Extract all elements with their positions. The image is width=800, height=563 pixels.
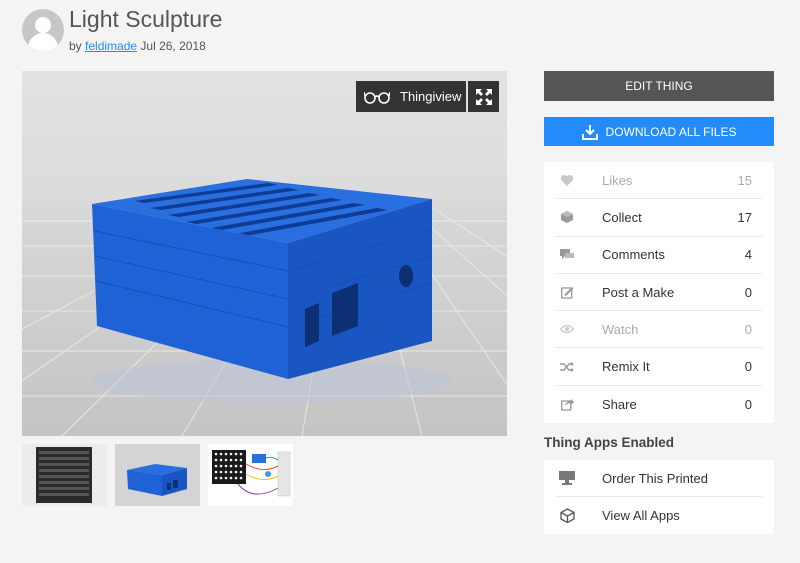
page-title: Light Sculpture: [69, 6, 223, 32]
app-label: View All Apps: [602, 508, 680, 524]
stats-panel: Likes 15 Collect 17 Comments 4 Post a Ma…: [544, 162, 774, 424]
thumbnail-case-render[interactable]: [115, 444, 200, 506]
stat-label: Collect: [602, 209, 642, 225]
thumbnail-strip: [22, 444, 293, 506]
share-icon: [556, 398, 578, 411]
glasses-icon: [364, 91, 390, 104]
eye-icon: [556, 324, 578, 334]
stat-likes[interactable]: Likes 15: [556, 162, 762, 200]
download-label: DOWNLOAD ALL FILES: [605, 124, 737, 139]
collect-icon: [556, 211, 578, 224]
stat-value: 0: [744, 396, 752, 412]
fullscreen-button[interactable]: [468, 81, 499, 112]
cube-icon: [556, 508, 578, 524]
comments-icon: [556, 248, 578, 261]
stat-label: Post a Make: [602, 284, 675, 300]
stat-remix-it[interactable]: Remix It 0: [556, 348, 762, 386]
stat-value: 0: [744, 359, 752, 375]
stat-collect[interactable]: Collect 17: [556, 199, 762, 237]
app-view-all[interactable]: View All Apps: [556, 497, 762, 534]
app-order-printed[interactable]: Order This Printed: [556, 460, 762, 498]
byline: by feldimade Jul 26, 2018: [69, 39, 206, 53]
thingiview-button[interactable]: Thingiview: [356, 81, 466, 112]
stat-label: Likes: [602, 172, 633, 188]
post-make-icon: [556, 286, 578, 299]
stat-label: Remix It: [602, 359, 650, 375]
stat-label: Share: [602, 396, 637, 412]
remix-icon: [556, 361, 578, 373]
author-link[interactable]: feldimade: [85, 39, 137, 53]
apps-panel: Order This Printed View All Apps: [544, 460, 774, 535]
model-viewer[interactable]: Thingiview: [22, 71, 507, 436]
thumbnail-wiring-diagram[interactable]: [208, 444, 293, 506]
stat-post-a-make[interactable]: Post a Make 0: [556, 274, 762, 312]
stat-value: 0: [744, 284, 752, 300]
expand-icon: [475, 88, 492, 105]
edit-thing-button[interactable]: EDIT THING: [544, 71, 774, 101]
avatar[interactable]: [22, 9, 64, 51]
printer-icon: [556, 471, 578, 486]
heart-icon: [556, 174, 578, 187]
apps-heading: Thing Apps Enabled: [544, 435, 674, 451]
stat-value: 17: [737, 209, 752, 225]
stat-value: 0: [744, 321, 752, 337]
app-label: Order This Printed: [602, 470, 708, 486]
stat-comments[interactable]: Comments 4: [556, 237, 762, 274]
sidebar: EDIT THING DOWNLOAD ALL FILES Likes 15 C…: [544, 71, 774, 535]
stat-label: Watch: [602, 321, 639, 337]
thumbnail-led-matrix[interactable]: [22, 444, 107, 506]
thingiview-label: Thingiview: [400, 89, 462, 104]
download-icon: [581, 124, 598, 140]
publish-date: Jul 26, 2018: [140, 39, 206, 53]
stat-value: 4: [744, 247, 752, 263]
stat-watch[interactable]: Watch 0: [556, 311, 762, 349]
stat-label: Comments: [602, 247, 665, 263]
stat-value: 15: [737, 172, 752, 188]
stat-share[interactable]: Share 0: [556, 386, 762, 423]
model-render: [22, 179, 507, 436]
download-all-files-button[interactable]: DOWNLOAD ALL FILES: [544, 117, 774, 146]
by-prefix: by: [69, 39, 82, 53]
